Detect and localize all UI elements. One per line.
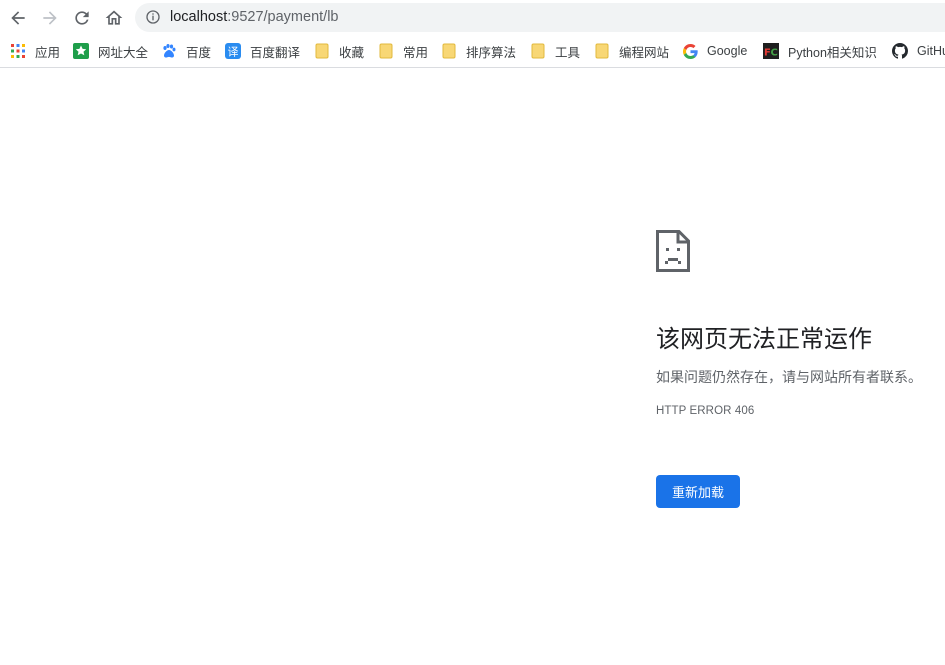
site-favicon-icon [73, 43, 89, 59]
bookmark-label: 编程网站 [619, 45, 670, 60]
bookmark-baidu-translate[interactable]: 译 百度翻译 [225, 41, 300, 61]
forward-button[interactable] [36, 4, 64, 32]
bookmark-folder-programming[interactable]: 编程网站 [594, 41, 669, 61]
baidu-paw-icon [161, 43, 177, 59]
bookmark-python[interactable]: F C Python相关知识 [763, 41, 877, 61]
bookmark-label: Google [707, 44, 748, 58]
bookmark-label: GitHu [917, 44, 945, 58]
translate-icon: 译 [225, 43, 241, 59]
home-icon [105, 10, 123, 25]
info-icon[interactable] [145, 9, 161, 25]
github-icon [892, 43, 908, 59]
bookmark-folder-common[interactable]: 常用 [378, 41, 428, 61]
bookmark-label: 百度 [186, 45, 212, 60]
fc-favicon-icon: F C [763, 43, 779, 59]
url-text[interactable]: localhost:9527/payment/lb [170, 9, 338, 25]
home-button[interactable] [100, 4, 128, 32]
error-code: HTTP ERROR 406 [656, 405, 755, 417]
bookmark-folder-sorting[interactable]: 排序算法 [441, 41, 516, 61]
url-path: :9527/payment/lb [227, 9, 339, 25]
address-bar[interactable]: localhost:9527/payment/lb [135, 3, 945, 32]
folder-icon [594, 43, 610, 59]
bookmark-label: 百度翻译 [250, 45, 301, 60]
error-title: 该网页无法正常运作 [656, 325, 872, 353]
arrow-left-icon [11, 11, 25, 25]
bookmark-label: 网址大全 [98, 45, 149, 60]
bookmark-label: 收藏 [339, 45, 365, 60]
bookmark-folder-tools[interactable]: 工具 [530, 41, 580, 61]
apps-grid-icon [10, 43, 26, 59]
bookmark-github[interactable]: GitHu [892, 41, 945, 61]
browser-toolbar: localhost:9527/payment/lb [0, 0, 945, 36]
error-description: 如果问题仍然存在，请与网站所有者联系。 [656, 370, 922, 386]
bookmark-apps[interactable]: 应用 [10, 41, 60, 61]
arrow-right-icon [43, 11, 57, 25]
reload-page-button[interactable]: 重新加载 [656, 475, 740, 508]
folder-icon [378, 43, 394, 59]
bookmark-site-directory[interactable]: 网址大全 [73, 41, 148, 61]
svg-text:译: 译 [228, 46, 239, 59]
folder-icon [441, 43, 457, 59]
folder-icon [530, 43, 546, 59]
reload-icon [75, 11, 89, 25]
bookmark-google[interactable]: Google [682, 41, 747, 61]
bookmark-label: Python相关知识 [788, 45, 877, 60]
bookmark-label: 常用 [403, 45, 429, 60]
google-icon [682, 43, 698, 59]
bookmark-folder-favorites[interactable]: 收藏 [314, 41, 364, 61]
svg-text:C: C [771, 48, 778, 59]
bookmark-label: 工具 [555, 45, 581, 60]
reload-button[interactable] [68, 4, 96, 32]
back-button[interactable] [4, 4, 32, 32]
url-host: localhost [170, 9, 228, 25]
sad-page-icon [656, 230, 690, 272]
folder-icon [314, 43, 330, 59]
bookmarks-bar: 应用 网址大全 百度 译 百度翻译 收藏 常用 排序算法 工具 编程网站 Goo… [0, 36, 945, 68]
bookmark-baidu[interactable]: 百度 [161, 41, 211, 61]
bookmark-label: 排序算法 [466, 45, 517, 60]
bookmark-label: 应用 [35, 45, 61, 60]
